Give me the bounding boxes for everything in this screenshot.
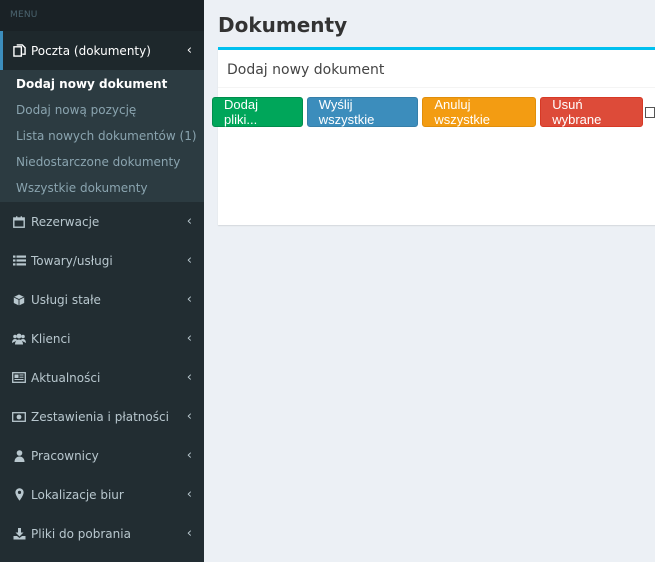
map-marker-icon	[12, 488, 26, 502]
submenu-poczta: Dodaj nowy dokument Dodaj nową pozycję L…	[0, 70, 204, 202]
submenu-item-all-documents[interactable]: Wszystkie dokumenty	[0, 175, 204, 201]
calendar-icon	[12, 215, 26, 229]
sidebar-item-label: Pracownicy	[31, 448, 99, 463]
sidebar-item-pracownicy[interactable]: Pracownicy ‹	[0, 436, 204, 475]
chevron-left-icon: ‹	[186, 369, 192, 385]
chevron-left-icon: ‹	[186, 486, 192, 502]
main-content: Dokumenty Dodaj nowy dokument Dodaj plik…	[204, 0, 655, 562]
sidebar-item-uslugi-stale[interactable]: Usługi stałe ‹	[0, 280, 204, 319]
chevron-left-icon: ‹	[186, 330, 192, 346]
menu-header: MENU	[0, 0, 204, 31]
cancel-all-button[interactable]: Anuluj wszystkie	[422, 97, 537, 127]
sidebar-item-label: Pliki do pobrania	[31, 526, 131, 541]
chevron-left-icon: ‹	[186, 252, 192, 268]
chevron-left-icon: ‹	[186, 42, 192, 58]
documents-icon	[12, 44, 26, 58]
user-icon	[12, 449, 26, 463]
newspaper-icon	[12, 371, 26, 385]
list-icon	[12, 254, 26, 268]
send-all-button[interactable]: Wyślij wszystkie	[306, 97, 419, 127]
sidebar-item-klienci[interactable]: Klienci ‹	[0, 319, 204, 358]
sidebar-item-towary[interactable]: Towary/usługi ‹	[0, 241, 204, 280]
chevron-left-icon: ‹	[186, 525, 192, 541]
chevron-left-icon: ‹	[186, 408, 192, 424]
sidebar-item-aktualnosci[interactable]: Aktualności ‹	[0, 358, 204, 397]
sidebar-item-label: Towary/usługi	[31, 253, 113, 268]
delete-selected-button[interactable]: Usuń wybrane	[540, 97, 643, 127]
download-icon	[12, 527, 26, 541]
sidebar-item-rezerwacje[interactable]: Rezerwacje ‹	[0, 202, 204, 241]
sidebar-item-pliki[interactable]: Pliki do pobrania ‹	[0, 514, 204, 553]
chevron-left-icon: ‹	[186, 447, 192, 463]
upload-box: Dodaj nowy dokument	[218, 47, 655, 225]
submenu-item-undelivered[interactable]: Niedostarczone dokumenty	[0, 149, 204, 175]
sidebar-item-label: Aktualności	[31, 370, 101, 385]
sidebar-item-label: Klienci	[31, 331, 71, 346]
money-icon	[12, 410, 26, 424]
sidebar-item-label: Poczta (dokumenty)	[31, 43, 151, 58]
add-files-button[interactable]: Dodaj pliki...	[212, 97, 303, 127]
sidebar-item-label: Rezerwacje	[31, 214, 100, 229]
sidebar-item-label: Lokalizacje biur	[31, 487, 124, 502]
chevron-left-icon: ‹	[186, 213, 192, 229]
chevron-left-icon: ‹	[186, 291, 192, 307]
submenu-item-add-position[interactable]: Dodaj nową pozycję	[0, 97, 204, 123]
sidebar-item-label: Zestawienia i płatności	[31, 409, 169, 424]
cube-icon	[12, 293, 26, 307]
upload-toolbar: Dodaj pliki... Wyślij wszystkie Anuluj w…	[212, 97, 655, 127]
box-title: Dodaj nowy dokument	[218, 50, 655, 88]
submenu-item-add-document[interactable]: Dodaj nowy dokument	[0, 71, 204, 97]
sidebar-item-lokalizacje[interactable]: Lokalizacje biur ‹	[0, 475, 204, 514]
sidebar: MENU Poczta (dokumenty) ‹ Dodaj nowy dok…	[0, 0, 204, 562]
select-all-checkbox[interactable]	[644, 106, 655, 118]
users-icon	[12, 332, 26, 346]
sidebar-item-poczta[interactable]: Poczta (dokumenty) ‹	[0, 31, 204, 70]
page-title: Dokumenty	[218, 13, 348, 37]
submenu-item-new-documents-list[interactable]: Lista nowych dokumentów (1)	[0, 123, 204, 149]
sidebar-item-zestawienia[interactable]: Zestawienia i płatności ‹	[0, 397, 204, 436]
sidebar-item-label: Usługi stałe	[31, 292, 101, 307]
